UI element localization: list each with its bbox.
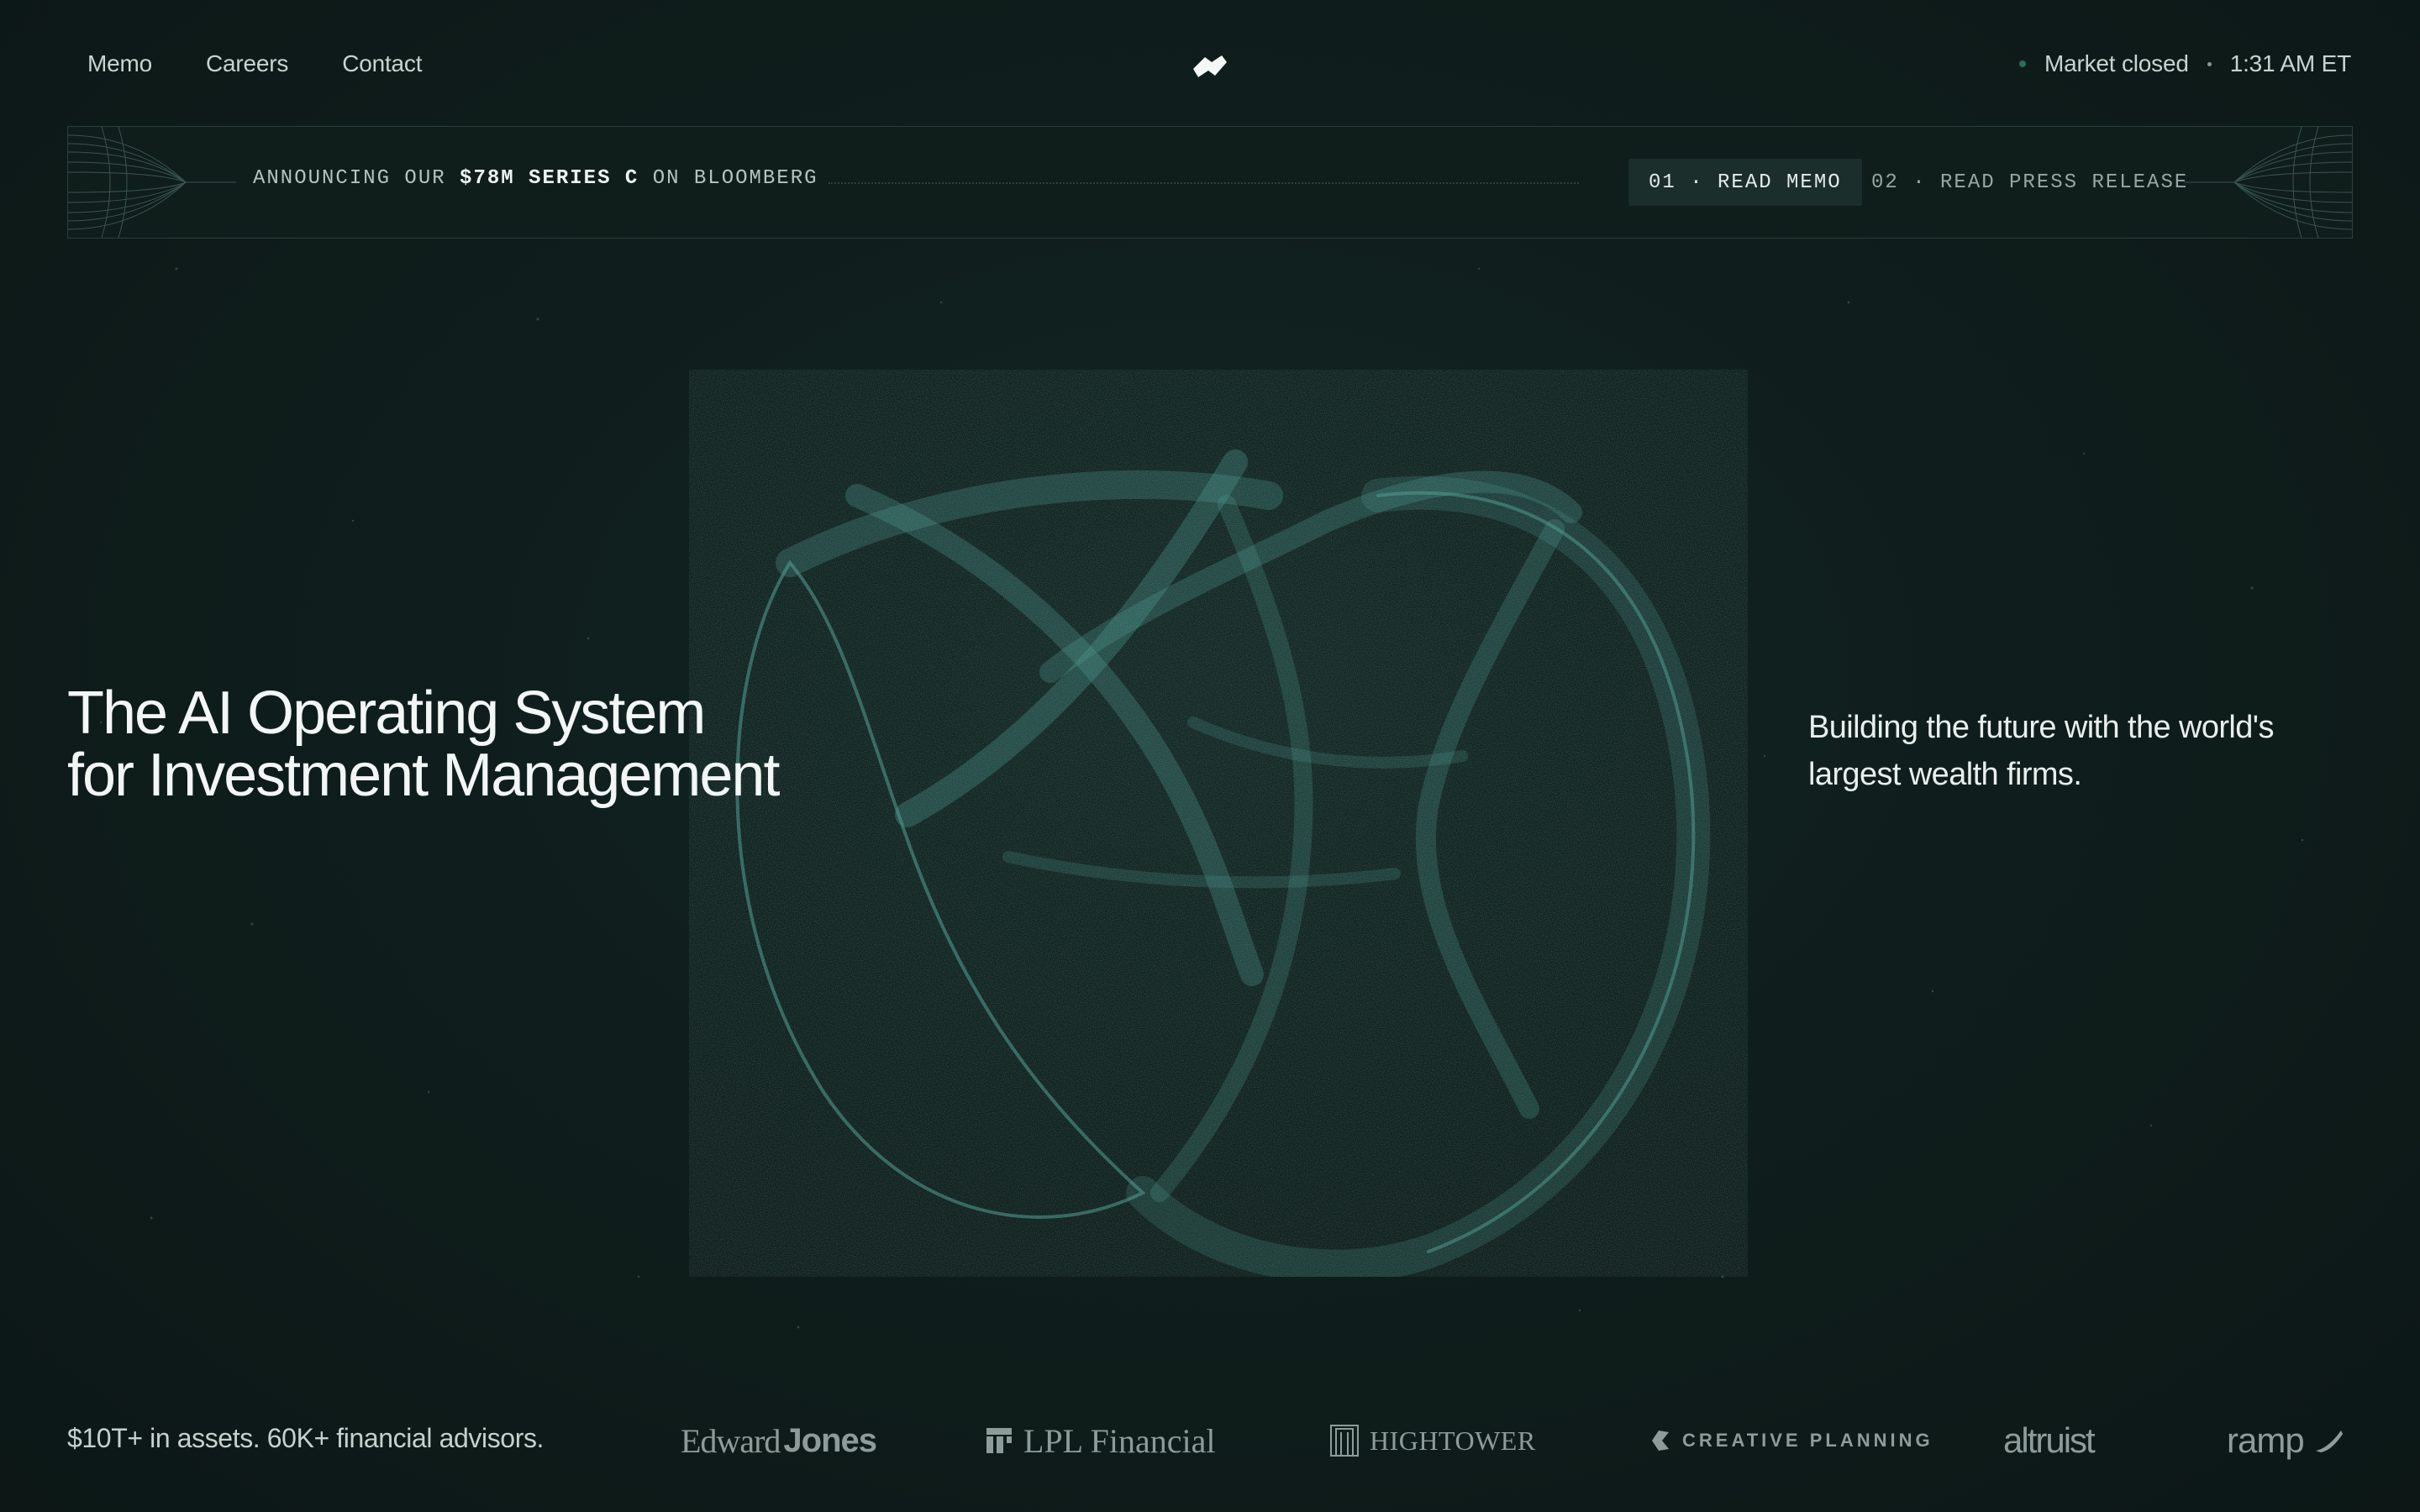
read-press-release-button[interactable]: 02 · READ PRESS RELEASE	[1871, 159, 2188, 206]
read-memo-button[interactable]: 01 · READ MEMO	[1628, 159, 1862, 206]
market-status: Market closed 1:31 AM ET	[2019, 50, 2351, 77]
lpl-mark-icon	[986, 1428, 1012, 1453]
altruist-logo: altruist	[2003, 1420, 2096, 1460]
ramp-mark-icon	[2315, 1431, 2343, 1452]
creative-planning-mark-icon	[1652, 1431, 1669, 1451]
hero-title-line-2: for Investment Management	[67, 742, 780, 809]
nav-link-careers[interactable]: Careers	[206, 50, 288, 77]
hero-title-line-1: The AI Operating System	[67, 680, 706, 747]
announcement-highlight: $78M SERIES C	[460, 167, 639, 190]
banner-dotted-divider	[829, 182, 1579, 184]
hero-subtitle: Building the future with the world's lar…	[1808, 710, 2274, 792]
hightower-logo: HIGHTOWER	[1329, 1411, 1536, 1470]
hero-title: The AI Operating System for Investment M…	[67, 680, 780, 809]
nav-links: Memo Careers Contact	[87, 50, 422, 77]
creative-planning-logo: CREATIVE PLANNING	[1649, 1411, 1933, 1470]
top-navigation: Memo Careers Contact Market closed 1:31 …	[0, 0, 2420, 126]
ramp-logo: ramp	[2227, 1411, 2344, 1470]
client-logo-row: Edward Jones LPL Financial HIGHTOWER CREA…	[0, 1411, 2420, 1470]
lpl-financial-logo-text: LPL Financial	[1023, 1421, 1216, 1460]
lpl-financial-logo: LPL Financial	[985, 1411, 1215, 1470]
creative-planning-logo-text: CREATIVE PLANNING	[1682, 1430, 1933, 1451]
announcement-prefix: ANNOUNCING OUR	[253, 167, 446, 190]
edward-jones-logo: Edward Jones	[681, 1411, 877, 1470]
nav-link-memo[interactable]: Memo	[87, 50, 152, 77]
market-status-label: Market closed	[2044, 50, 2189, 76]
hightower-logo-text: HIGHTOWER	[1370, 1425, 1536, 1456]
announcement-text[interactable]: ANNOUNCING OUR $78M SERIES C ON BLOOMBER…	[253, 167, 818, 190]
edward-jones-logo-text-b: Jones	[783, 1421, 877, 1459]
banner-corner-decoration-left	[68, 127, 236, 238]
market-status-dot-icon	[2019, 60, 2026, 67]
market-time: 1:31 AM ET	[2229, 50, 2351, 76]
nav-link-contact[interactable]: Contact	[342, 50, 422, 77]
announcement-suffix: ON BLOOMBERG	[652, 167, 818, 190]
brand-logo-icon[interactable]	[1188, 52, 1232, 81]
particle-sculpture-graphic	[689, 370, 1748, 1277]
edward-jones-logo-text-a: Edward	[681, 1421, 781, 1460]
ramp-logo-text: ramp	[2227, 1420, 2305, 1460]
banner-corner-decoration-right	[2184, 127, 2352, 238]
hightower-mark-icon	[1330, 1425, 1359, 1457]
announcement-banner: ANNOUNCING OUR $78M SERIES C ON BLOOMBER…	[67, 126, 2353, 239]
separator-dot	[2207, 61, 2212, 66]
